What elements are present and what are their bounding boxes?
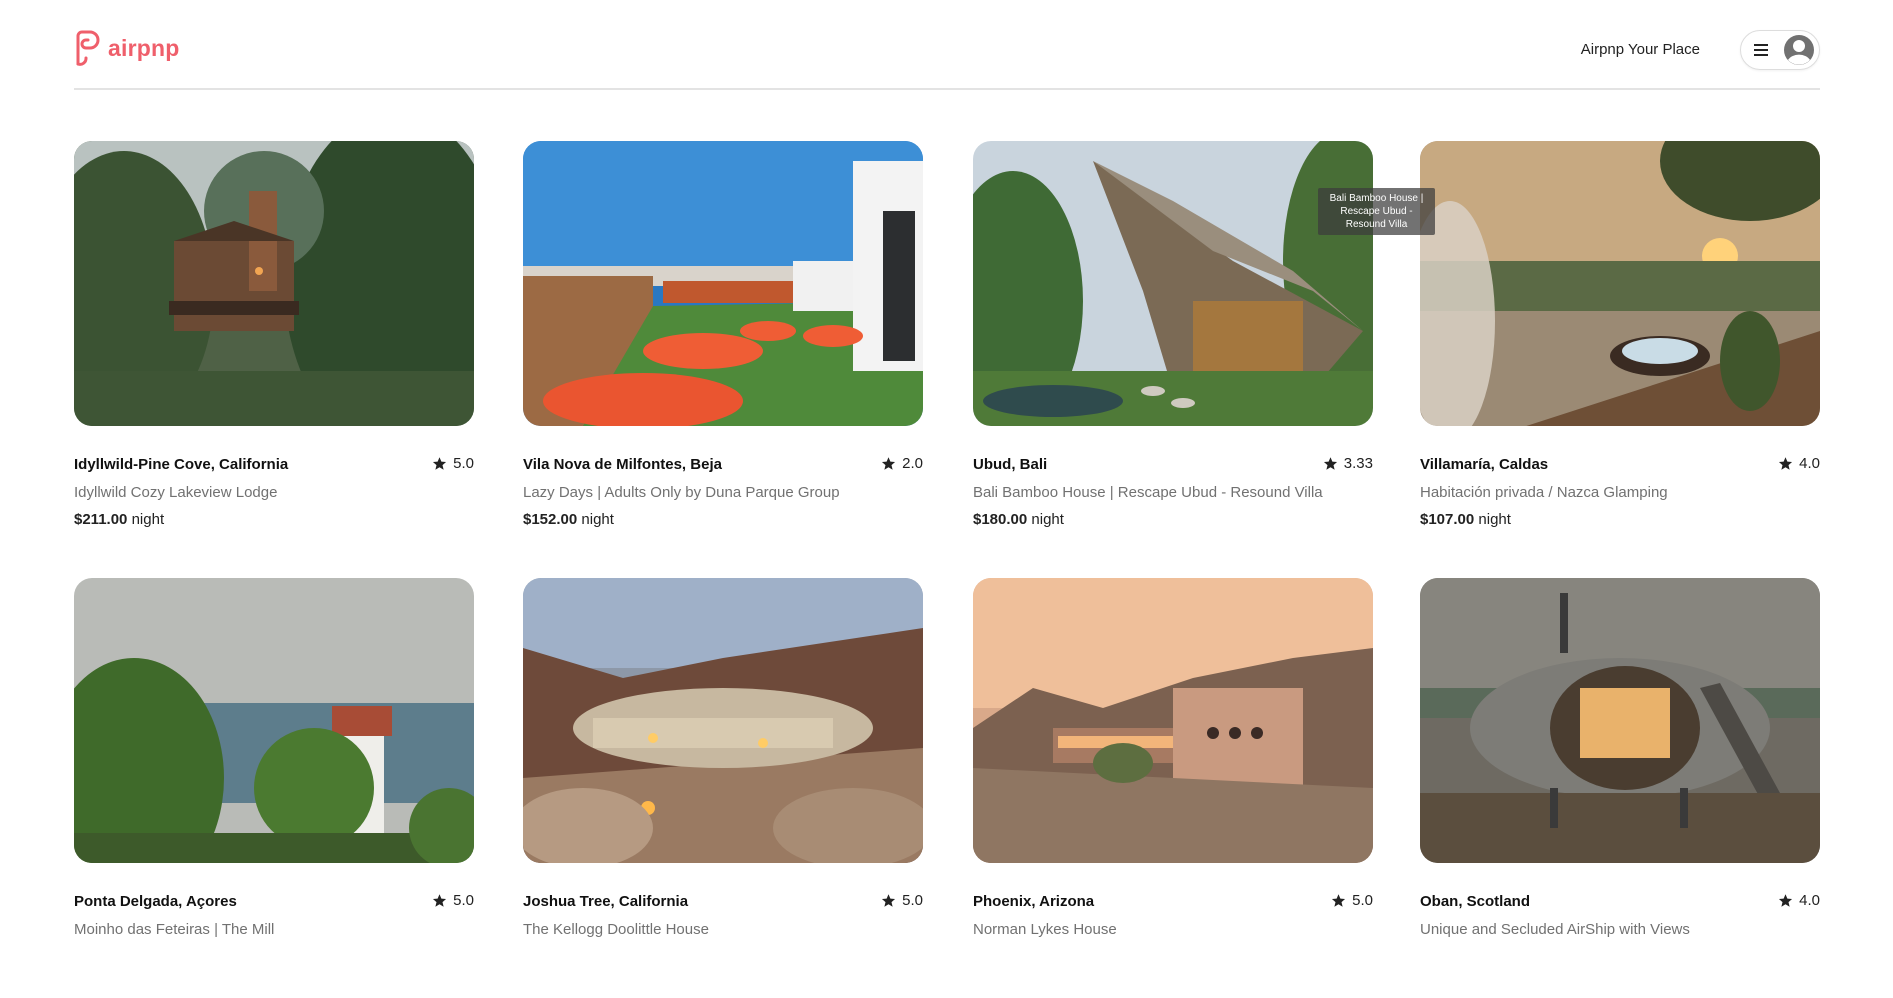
listing-photo[interactable] (74, 141, 474, 426)
listing-location: Oban, Scotland (1420, 893, 1531, 910)
rating-value: 5.0 (902, 892, 923, 909)
listing-rating: 5.0 (432, 892, 474, 909)
rating-value: 2.0 (902, 455, 923, 472)
listing-image (1420, 578, 1820, 863)
star-icon (882, 457, 896, 470)
listing-photo[interactable] (1420, 578, 1820, 863)
listing-rating: 5.0 (881, 892, 923, 909)
listing-card[interactable]: Joshua Tree, California 5.0 The Kellogg … (523, 578, 923, 998)
listing-card[interactable]: Ponta Delgada, Açores 5.0 Moinho das Fet… (74, 578, 474, 998)
listing-name: Norman Lykes House (973, 921, 1117, 938)
listing-price-unit: night (131, 511, 165, 528)
listing-name: Lazy Days | Adults Only by Duna Parque G… (523, 484, 840, 501)
hamburger-icon (1754, 44, 1768, 56)
user-menu-button[interactable] (1740, 30, 1820, 70)
star-icon (433, 894, 447, 907)
listing-price-unit: night (1031, 511, 1064, 528)
listing-image (523, 578, 923, 863)
listing-card[interactable]: Oban, Scotland 4.0 Unique and Secluded A… (1420, 578, 1820, 998)
user-avatar-icon (1784, 35, 1814, 65)
listing-name: Bali Bamboo House | Rescape Ubud - Resou… (973, 484, 1323, 501)
logo-icon (76, 30, 100, 66)
listing-image (523, 141, 923, 426)
listing-image (973, 578, 1373, 863)
listing-card[interactable]: Villamaría, Caldas 4.0 Habitación privad… (1420, 141, 1820, 561)
star-icon (433, 457, 447, 470)
rating-value: 4.0 (1799, 455, 1820, 472)
listing-rating: 2.0 (881, 455, 923, 472)
listing-location: Villamaría, Caldas (1420, 456, 1549, 473)
listing-rating: 4.0 (1778, 892, 1820, 909)
listing-card[interactable]: Phoenix, Arizona 5.0 Norman Lykes House (973, 578, 1373, 998)
rating-value: 5.0 (1352, 892, 1373, 909)
listing-location: Phoenix, Arizona (973, 893, 1095, 910)
listing-card[interactable]: Vila Nova de Milfontes, Beja 2.0 Lazy Da… (523, 141, 923, 561)
listing-photo[interactable] (74, 578, 474, 863)
listing-name: Moinho das Feteiras | The Mill (74, 921, 275, 938)
listing-location: Idyllwild-Pine Cove, California (74, 456, 289, 473)
listing-price-row: $152.00 night (523, 511, 614, 528)
brand-logo[interactable]: airpnp (74, 30, 179, 66)
listing-rating: 3.33 (1323, 455, 1373, 472)
listing-price-row: $211.00 night (74, 511, 164, 528)
rating-value: 4.0 (1799, 892, 1820, 909)
star-icon (882, 894, 896, 907)
listing-photo[interactable] (523, 141, 923, 426)
listing-name: Unique and Secluded AirShip with Views (1420, 921, 1690, 938)
listing-photo[interactable] (1420, 141, 1820, 426)
listing-rating: 4.0 (1778, 455, 1820, 472)
star-icon (1779, 457, 1793, 470)
listing-price-unit: night (581, 511, 614, 528)
star-icon (1323, 457, 1337, 470)
listing-rating: 5.0 (1331, 892, 1373, 909)
listing-location: Joshua Tree, California (523, 893, 689, 910)
listing-image (973, 141, 1373, 426)
listing-card[interactable]: Idyllwild-Pine Cove, California 5.0 Idyl… (74, 141, 474, 561)
rating-value: 5.0 (453, 455, 474, 472)
listing-rating: 5.0 (432, 455, 474, 472)
image-tooltip: Bali Bamboo House | Rescape Ubud - Resou… (1318, 188, 1435, 235)
brand-name: airpnp (108, 34, 180, 61)
host-your-place-link[interactable]: Airpnp Your Place (1581, 41, 1700, 58)
listing-photo[interactable] (973, 141, 1373, 426)
rating-value: 3.33 (1343, 455, 1373, 472)
listing-photo[interactable] (973, 578, 1373, 863)
listing-photo[interactable] (523, 578, 923, 863)
listing-price: $107.00 (1420, 511, 1475, 528)
listing-name: Habitación privada / Nazca Glamping (1420, 484, 1668, 501)
listing-location: Vila Nova de Milfontes, Beja (523, 456, 722, 473)
listing-location: Ponta Delgada, Açores (74, 893, 237, 910)
listing-price: $152.00 (523, 511, 578, 528)
listing-price-row: $180.00 night (973, 511, 1064, 528)
rating-value: 5.0 (453, 892, 474, 909)
star-icon (1332, 894, 1346, 907)
listing-price: $180.00 (973, 511, 1028, 528)
listing-price-row: $107.00 night (1420, 511, 1511, 528)
listing-name: The Kellogg Doolittle House (523, 921, 709, 938)
listing-location: Ubud, Bali (973, 456, 1048, 473)
listing-card[interactable]: Bali Bamboo House | Rescape Ubud - Resou… (973, 141, 1435, 561)
listing-price-unit: night (1478, 511, 1511, 528)
listing-image (74, 578, 474, 863)
listing-price: $211.00 (74, 511, 128, 528)
listing-name: Idyllwild Cozy Lakeview Lodge (74, 484, 278, 501)
listing-image (1420, 141, 1820, 426)
top-header: airpnp Airpnp Your Place (74, 0, 1820, 90)
listing-image (74, 141, 474, 426)
star-icon (1779, 894, 1793, 907)
